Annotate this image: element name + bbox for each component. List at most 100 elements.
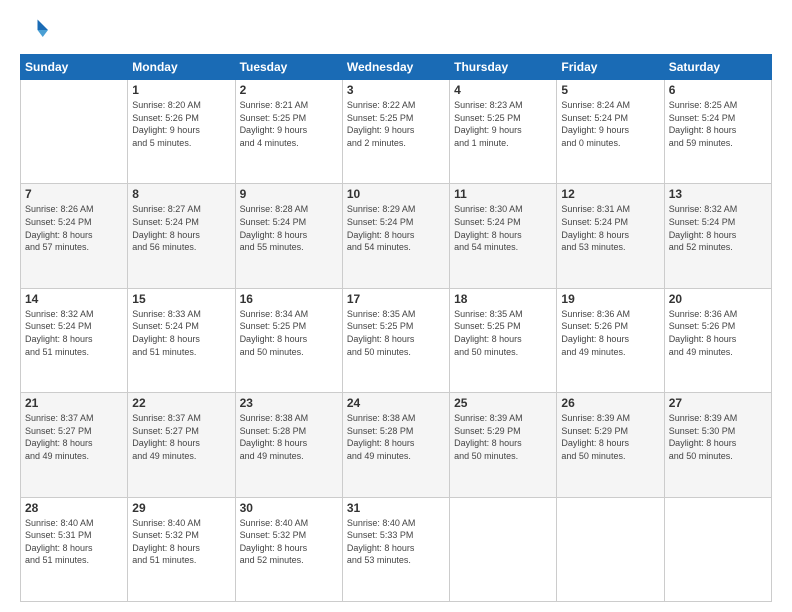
calendar-cell: 18Sunrise: 8:35 AMSunset: 5:25 PMDayligh… — [450, 288, 557, 392]
cell-info: Daylight: 8 hours — [561, 229, 659, 242]
cell-info: Sunset: 5:24 PM — [454, 216, 552, 229]
cell-info: Sunset: 5:27 PM — [132, 425, 230, 438]
cell-info: and 54 minutes. — [347, 241, 445, 254]
cell-info: Sunrise: 8:38 AM — [240, 412, 338, 425]
calendar-cell: 9Sunrise: 8:28 AMSunset: 5:24 PMDaylight… — [235, 184, 342, 288]
cell-info: and 50 minutes. — [347, 346, 445, 359]
cell-info: Daylight: 8 hours — [240, 229, 338, 242]
week-row-2: 7Sunrise: 8:26 AMSunset: 5:24 PMDaylight… — [21, 184, 772, 288]
calendar-cell — [21, 80, 128, 184]
day-number: 17 — [347, 292, 445, 306]
cell-info: Sunrise: 8:34 AM — [240, 308, 338, 321]
cell-info: and 49 minutes. — [132, 450, 230, 463]
cell-info: and 59 minutes. — [669, 137, 767, 150]
cell-info: Sunset: 5:24 PM — [347, 216, 445, 229]
cell-info: Daylight: 8 hours — [454, 229, 552, 242]
cell-info: and 5 minutes. — [132, 137, 230, 150]
cell-info: Daylight: 8 hours — [347, 437, 445, 450]
day-number: 20 — [669, 292, 767, 306]
cell-info: Sunset: 5:32 PM — [132, 529, 230, 542]
day-number: 8 — [132, 187, 230, 201]
page: SundayMondayTuesdayWednesdayThursdayFrid… — [0, 0, 792, 612]
cell-info: Sunset: 5:25 PM — [347, 112, 445, 125]
cell-info: Sunset: 5:24 PM — [561, 112, 659, 125]
cell-info: and 51 minutes. — [132, 554, 230, 567]
cell-info: and 49 minutes. — [561, 346, 659, 359]
cell-info: Sunrise: 8:33 AM — [132, 308, 230, 321]
cell-info: and 57 minutes. — [25, 241, 123, 254]
cell-info: and 49 minutes. — [25, 450, 123, 463]
day-header-sunday: Sunday — [21, 55, 128, 80]
cell-info: Sunset: 5:26 PM — [132, 112, 230, 125]
cell-info: and 50 minutes. — [561, 450, 659, 463]
calendar-cell: 12Sunrise: 8:31 AMSunset: 5:24 PMDayligh… — [557, 184, 664, 288]
calendar-cell: 3Sunrise: 8:22 AMSunset: 5:25 PMDaylight… — [342, 80, 449, 184]
cell-info: Daylight: 8 hours — [25, 542, 123, 555]
day-number: 9 — [240, 187, 338, 201]
cell-info: Sunrise: 8:40 AM — [240, 517, 338, 530]
cell-info: Daylight: 8 hours — [561, 437, 659, 450]
day-number: 21 — [25, 396, 123, 410]
cell-info: Daylight: 8 hours — [454, 437, 552, 450]
calendar-cell: 22Sunrise: 8:37 AMSunset: 5:27 PMDayligh… — [128, 393, 235, 497]
cell-info: Daylight: 8 hours — [25, 437, 123, 450]
calendar-cell: 13Sunrise: 8:32 AMSunset: 5:24 PMDayligh… — [664, 184, 771, 288]
calendar-cell: 27Sunrise: 8:39 AMSunset: 5:30 PMDayligh… — [664, 393, 771, 497]
calendar-cell: 20 Sunrise: 8:36 AMSunset: 5:26 PMDayligh… — [664, 288, 771, 392]
cell-info: Daylight: 9 hours — [240, 124, 338, 137]
cell-info: Sunset: 5:24 PM — [132, 320, 230, 333]
day-number: 31 — [347, 501, 445, 515]
calendar-cell: 25Sunrise: 8:39 AMSunset: 5:29 PMDayligh… — [450, 393, 557, 497]
cell-info: Sunset: 5:24 PM — [25, 216, 123, 229]
cell-info: Daylight: 8 hours — [132, 229, 230, 242]
calendar-cell: 1Sunrise: 8:20 AMSunset: 5:26 PMDaylight… — [128, 80, 235, 184]
cell-info: Sunset: 5:27 PM — [25, 425, 123, 438]
day-number: 16 — [240, 292, 338, 306]
cell-info: Sunrise: 8:40 AM — [132, 517, 230, 530]
logo — [20, 16, 52, 44]
day-header-tuesday: Tuesday — [235, 55, 342, 80]
calendar-cell: 21Sunrise: 8:37 AMSunset: 5:27 PMDayligh… — [21, 393, 128, 497]
calendar-cell: 31Sunrise: 8:40 AMSunset: 5:33 PMDayligh… — [342, 497, 449, 601]
cell-info: Sunset: 5:26 PM — [669, 320, 767, 333]
cell-info: Sunrise: 8:35 AM — [454, 308, 552, 321]
day-number: 23 — [240, 396, 338, 410]
cell-info: Sunrise: 8:20 AM — [132, 99, 230, 112]
cell-info: Sunrise: 8:32 AM — [25, 308, 123, 321]
day-number: 13 — [669, 187, 767, 201]
cell-info: and 4 minutes. — [240, 137, 338, 150]
day-header-saturday: Saturday — [664, 55, 771, 80]
cell-info: Sunset: 5:32 PM — [240, 529, 338, 542]
cell-info: Daylight: 8 hours — [347, 229, 445, 242]
cell-info: Sunset: 5:25 PM — [454, 320, 552, 333]
cell-info: Sunrise: 8:36 AM — [669, 308, 767, 321]
calendar-cell: 4Sunrise: 8:23 AMSunset: 5:25 PMDaylight… — [450, 80, 557, 184]
cell-info: Sunset: 5:29 PM — [454, 425, 552, 438]
cell-info: Sunrise: 8:32 AM — [669, 203, 767, 216]
cell-info: Sunrise: 8:23 AM — [454, 99, 552, 112]
calendar-cell: 6Sunrise: 8:25 AMSunset: 5:24 PMDaylight… — [664, 80, 771, 184]
calendar-cell: 14Sunrise: 8:32 AMSunset: 5:24 PMDayligh… — [21, 288, 128, 392]
day-number: 7 — [25, 187, 123, 201]
cell-info: Daylight: 8 hours — [132, 542, 230, 555]
cell-info: Sunset: 5:25 PM — [347, 320, 445, 333]
day-number: 27 — [669, 396, 767, 410]
cell-info: Daylight: 8 hours — [669, 333, 767, 346]
cell-info: and 53 minutes. — [561, 241, 659, 254]
day-number: 18 — [454, 292, 552, 306]
cell-info: Sunset: 5:24 PM — [669, 112, 767, 125]
cell-info: and 56 minutes. — [132, 241, 230, 254]
cell-info: Sunset: 5:26 PM — [561, 320, 659, 333]
cell-info: Daylight: 8 hours — [669, 229, 767, 242]
cell-info: Sunrise: 8:38 AM — [347, 412, 445, 425]
cell-info: Sunrise: 8:35 AM — [347, 308, 445, 321]
day-number: 22 — [132, 396, 230, 410]
cell-info: Daylight: 8 hours — [132, 437, 230, 450]
cell-info: Daylight: 8 hours — [561, 333, 659, 346]
cell-info: Sunrise: 8:31 AM — [561, 203, 659, 216]
calendar-cell: 26Sunrise: 8:39 AMSunset: 5:29 PMDayligh… — [557, 393, 664, 497]
cell-info: Sunset: 5:28 PM — [347, 425, 445, 438]
cell-info: Sunrise: 8:29 AM — [347, 203, 445, 216]
day-header-monday: Monday — [128, 55, 235, 80]
day-number: 12 — [561, 187, 659, 201]
